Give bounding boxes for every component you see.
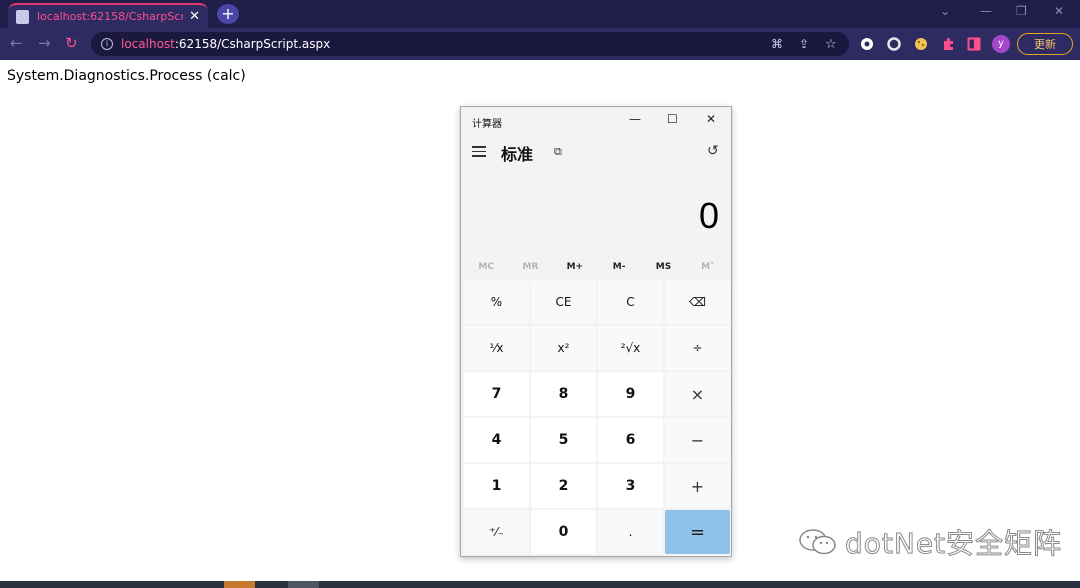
digit-9-button[interactable]: 9 (598, 372, 663, 416)
update-button[interactable]: 更新 (1017, 33, 1073, 55)
digit-3-button[interactable]: 3 (598, 464, 663, 508)
wechat-icon (799, 529, 836, 555)
extension-circle-icon[interactable] (860, 37, 874, 51)
browser-toolbar: ← → ↻ i localhost:62158/CsharpScript.asp… (0, 28, 1080, 60)
taskbar-app-active[interactable] (224, 581, 255, 588)
profile-avatar[interactable]: y (992, 35, 1010, 53)
negate-button[interactable]: ⁺⁄₋ (464, 510, 529, 554)
taskbar-app[interactable] (288, 581, 319, 588)
keep-on-top-icon[interactable]: ⧉ (554, 145, 562, 159)
browser-tab[interactable]: localhost:62158/CsharpScript.aspx ✕ (8, 3, 208, 28)
backspace-button[interactable]: ⌫ (665, 280, 730, 324)
square-button[interactable]: x² (531, 326, 596, 370)
close-window-icon[interactable]: ✕ (1054, 4, 1064, 18)
digit-7-button[interactable]: 7 (464, 372, 529, 416)
reload-icon[interactable]: ↻ (65, 34, 78, 52)
tab-strip: localhost:62158/CsharpScript.aspx ✕ + ⌄ … (0, 0, 1080, 28)
memory-button-1[interactable]: MR (508, 257, 552, 277)
extension-ring-icon[interactable] (887, 37, 901, 51)
memory-button-3[interactable]: M- (597, 257, 641, 277)
square-root-button[interactable]: ²√x (598, 326, 663, 370)
url-text: localhost:62158/CsharpScript.aspx (121, 37, 331, 51)
taskbar (0, 581, 1080, 588)
multiply-button[interactable]: × (665, 372, 730, 416)
translate-icon[interactable]: ⌘ (771, 37, 783, 51)
share-icon[interactable]: ⇪ (799, 37, 809, 51)
watermark: dotNet安全矩阵 (797, 522, 1062, 562)
subtract-button[interactable]: − (665, 418, 730, 462)
digit-4-button[interactable]: 4 (464, 418, 529, 462)
address-bar[interactable]: i localhost:62158/CsharpScript.aspx ⌘ ⇪ … (91, 32, 849, 56)
back-icon[interactable]: ← (10, 34, 23, 52)
digit-2-button[interactable]: 2 (531, 464, 596, 508)
close-tab-icon[interactable]: ✕ (189, 9, 200, 24)
calculator-window-title: 计算器 (472, 119, 502, 130)
history-icon[interactable]: ↺ (707, 143, 719, 159)
keypad: % CE C ⌫ ¹⁄x x² ²√x ÷ 7 8 9 × 4 5 6− 1 2 3 + ⁺⁄₋ 0. = (464, 280, 730, 554)
digit-1-button[interactable]: 1 (464, 464, 529, 508)
digit-8-button[interactable]: 8 (531, 372, 596, 416)
page-output-text: System.Diagnostics.Process (calc) (7, 68, 246, 84)
calc-minimize-icon[interactable]: — (629, 112, 641, 126)
clear-button[interactable]: C (598, 280, 663, 324)
digit-6-button[interactable]: 6 (598, 418, 663, 462)
memory-button-0[interactable]: MC (464, 257, 508, 277)
decimal-button[interactable]: . (598, 510, 663, 554)
percent-button[interactable]: % (464, 280, 529, 324)
minimize-icon[interactable]: — (980, 4, 992, 18)
menu-icon[interactable] (472, 146, 486, 160)
reciprocal-button[interactable]: ¹⁄x (464, 326, 529, 370)
clear-entry-button[interactable]: CE (531, 280, 596, 324)
site-info-icon[interactable]: i (101, 38, 113, 50)
result-display: 0 (698, 195, 719, 236)
memory-button-5[interactable]: M˅ (686, 257, 730, 277)
calculator-titlebar: 计算器 — ☐ ✕ (461, 107, 731, 135)
memory-button-2[interactable]: M+ (553, 257, 597, 277)
watermark-text: dotNet安全矩阵 (844, 527, 1063, 561)
calculator-header: 标准 ⧉ ↺ (461, 137, 731, 167)
page-icon (16, 9, 29, 24)
new-tab-button[interactable]: + (217, 4, 239, 24)
restore-icon[interactable]: ❐ (1016, 4, 1027, 18)
bookmark-star-icon[interactable]: ☆ (825, 37, 837, 52)
calc-maximize-icon[interactable]: ☐ (667, 112, 678, 126)
memory-button-4[interactable]: MS (641, 257, 685, 277)
tab-title: localhost:62158/CsharpScript.aspx (37, 10, 184, 23)
mode-title: 标准 (501, 145, 534, 164)
cookie-icon[interactable] (914, 37, 928, 51)
digit-0-button[interactable]: 0 (531, 510, 596, 554)
divide-button[interactable]: ÷ (665, 326, 730, 370)
extensions-puzzle-icon[interactable] (941, 37, 955, 51)
equals-button[interactable]: = (665, 510, 730, 554)
add-button[interactable]: + (665, 464, 730, 508)
memory-row: MC MR M+ M- MS M˅ (464, 257, 730, 277)
digit-5-button[interactable]: 5 (531, 418, 596, 462)
tab-search-icon[interactable]: ⌄ (940, 4, 950, 18)
side-panel-icon[interactable] (967, 37, 981, 51)
calc-close-icon[interactable]: ✕ (706, 112, 716, 126)
forward-icon[interactable]: → (38, 34, 51, 52)
calculator-window: 计算器 — ☐ ✕ 标准 ⧉ ↺ 0 MC MR M+ M- MS M˅ % CE C ⌫ ¹⁄x… (460, 106, 732, 557)
